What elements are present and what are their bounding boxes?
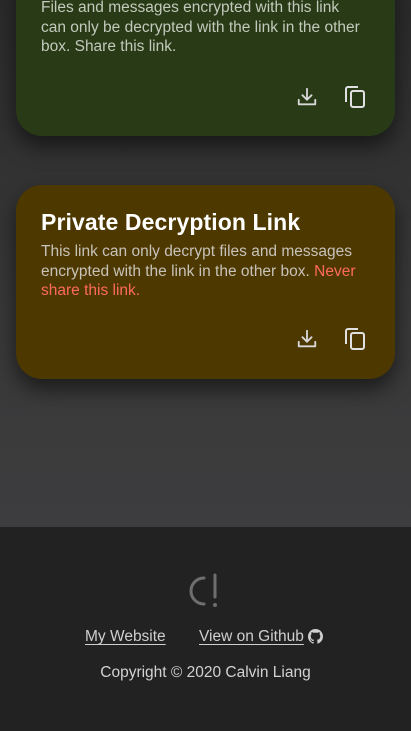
public-card-description: Files and messages encrypted with this l… [41, 0, 360, 55]
private-card-text: This link can only decrypt files and mes… [41, 243, 353, 280]
public-encryption-card: Files and messages encrypted with this l… [16, 0, 395, 136]
private-card-title: Private Decryption Link [41, 209, 301, 235]
download-icon [297, 329, 317, 348]
logo-icon [186, 572, 224, 615]
private-card-description: This link can only decrypt files and mes… [41, 242, 367, 301]
github-link-label: View on Github [199, 628, 304, 645]
footer-links: My Website View on Github [0, 628, 411, 650]
private-download-button[interactable] [292, 324, 322, 354]
copyright-text: Copyright © 2020 Calvin Liang [100, 664, 311, 681]
public-copy-button[interactable] [340, 82, 370, 112]
main-content: Files and messages encrypted with this l… [0, 0, 411, 527]
github-link[interactable]: View on Github [199, 628, 323, 646]
my-website-link[interactable]: My Website [85, 628, 166, 646]
github-icon [307, 628, 323, 644]
public-download-button[interactable] [292, 82, 322, 112]
footer: My Website View on Github Copyright © 20… [0, 527, 411, 731]
copy-icon [345, 86, 365, 108]
private-copy-button[interactable] [340, 324, 370, 354]
copy-icon [345, 328, 365, 350]
private-decryption-card: Private Decryption Link This link can on… [16, 185, 395, 379]
download-icon [297, 87, 317, 106]
